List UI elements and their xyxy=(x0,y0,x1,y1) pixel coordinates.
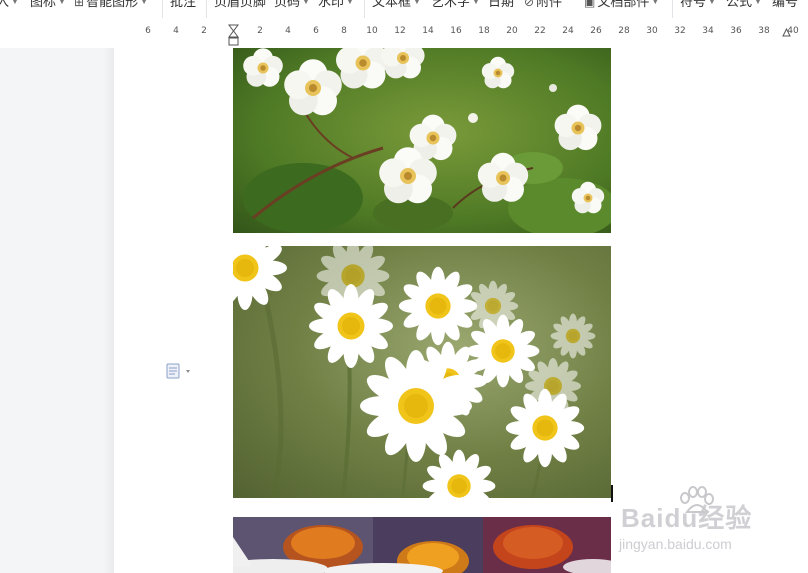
chevron-down-icon: ▼ xyxy=(651,0,660,6)
watermark-button[interactable]: 水印 ▼ xyxy=(318,0,354,12)
ribbon-item-label: 日期 xyxy=(488,0,515,9)
ribbon-item-label: 文本框 xyxy=(372,0,412,9)
ruler-tick: 36 xyxy=(730,26,742,36)
ribbon-item-label: 符号 xyxy=(680,0,707,9)
ribbon-separator xyxy=(162,0,163,18)
ruler-tick: 12 xyxy=(394,26,406,36)
insert-ribbon: 入▼ 图标▼ ⊞智能图形▼ 批注 页眉页脚 页码▼ 水印▼ 文本框▼ 艺术字▼ … xyxy=(0,0,808,23)
ribbon-item-label: 编号 xyxy=(772,0,799,9)
attachment-icon: ⊘ xyxy=(524,0,535,9)
right-indent-marker-icon[interactable] xyxy=(782,27,791,37)
ribbon-item-label: 页码 xyxy=(274,0,301,9)
formula-button[interactable]: 公式 ▼ xyxy=(726,0,762,12)
chevron-down-icon: ▼ xyxy=(302,0,310,6)
paragraph-layout-icon[interactable] xyxy=(166,363,192,379)
ribbon-item-label: 智能图形 xyxy=(86,0,139,9)
ribbon-item-label: 附件 xyxy=(536,0,563,9)
indent-marker-icon[interactable] xyxy=(228,24,239,46)
workspace-margin xyxy=(0,48,114,573)
ribbon-item-label: 公式 xyxy=(726,0,753,9)
attachment-button[interactable]: ⊘ 附件 xyxy=(524,0,562,12)
horizontal-ruler[interactable]: 6 4 2 2 4 6 8 10 12 14 16 18 20 22 24 26… xyxy=(0,22,808,49)
chevron-down-icon: ▼ xyxy=(472,0,480,6)
ribbon-item-partial[interactable]: 入▼ xyxy=(0,0,19,12)
ruler-tick: 18 xyxy=(478,26,490,36)
ruler-tick: 20 xyxy=(506,26,518,36)
date-button[interactable]: 日期 xyxy=(488,0,514,12)
numbering-button[interactable]: 编号 xyxy=(772,0,798,12)
ruler-tick: 24 xyxy=(562,26,574,36)
ruler-tick: 2 xyxy=(257,26,263,36)
flower-image-2[interactable] xyxy=(233,246,611,498)
coneflower-photo xyxy=(233,517,611,573)
ruler-tick: 22 xyxy=(534,26,546,36)
page-number-button[interactable]: 页码 ▼ xyxy=(274,0,310,12)
ruler-tick: 16 xyxy=(450,26,462,36)
ribbon-item-label: 艺术字 xyxy=(431,0,471,9)
ruler-tick: 30 xyxy=(646,26,658,36)
chevron-down-icon: ▼ xyxy=(140,0,148,6)
ribbon-separator xyxy=(364,0,365,18)
icons-button[interactable]: 图标 ▼ xyxy=(30,0,66,12)
ruler-tick: 2 xyxy=(201,26,207,36)
ruler-tick: 8 xyxy=(341,26,347,36)
ruler-tick: 34 xyxy=(702,26,714,36)
ribbon-item-label: 文档部件 xyxy=(597,0,650,9)
ribbon-item-label: 入 xyxy=(0,0,9,9)
smart-art-button[interactable]: ⊞ 智能图形 ▼ xyxy=(74,0,148,12)
smart-art-icon: ⊞ xyxy=(74,0,85,9)
chevron-down-icon: ▼ xyxy=(754,0,762,6)
ruler-tick: 32 xyxy=(674,26,686,36)
text-box-button[interactable]: 文本框 ▼ xyxy=(372,0,421,12)
flower-image-3[interactable] xyxy=(233,517,611,573)
flower-image-1[interactable] xyxy=(233,48,611,233)
ruler-tick: 4 xyxy=(285,26,291,36)
rose-photo xyxy=(233,48,611,233)
chevron-down-icon: ▼ xyxy=(413,0,421,6)
ruler-tick: 6 xyxy=(145,26,151,36)
ribbon-item-label: 页眉页脚 xyxy=(214,0,267,9)
chevron-down-icon: ▼ xyxy=(708,0,716,6)
ruler-tick: 28 xyxy=(618,26,630,36)
ribbon-item-label: 图标 xyxy=(30,0,57,9)
header-footer-button[interactable]: 页眉页脚 xyxy=(214,0,266,12)
text-cursor xyxy=(611,485,613,502)
symbol-button[interactable]: 符号 ▼ xyxy=(680,0,716,12)
ribbon-item-label: 批注 xyxy=(170,0,197,9)
ruler-tick: 14 xyxy=(422,26,434,36)
chevron-down-icon: ▼ xyxy=(346,0,354,6)
ruler-tick: 38 xyxy=(758,26,770,36)
ribbon-separator xyxy=(206,0,207,18)
ribbon-item-label: 水印 xyxy=(318,0,345,9)
ribbon-separator xyxy=(672,0,673,18)
ruler-tick: 4 xyxy=(173,26,179,36)
ruler-tick: 10 xyxy=(366,26,378,36)
comment-button[interactable]: 批注 xyxy=(170,0,196,12)
ruler-tick: 26 xyxy=(590,26,602,36)
chevron-down-icon: ▼ xyxy=(11,0,19,6)
wps-writer-window: 入▼ 图标▼ ⊞智能图形▼ 批注 页眉页脚 页码▼ 水印▼ 文本框▼ 艺术字▼ … xyxy=(0,0,808,573)
daisy-photo xyxy=(233,246,611,498)
word-art-button[interactable]: 艺术字 ▼ xyxy=(431,0,480,12)
document-parts-button[interactable]: ▣ 文档部件 ▼ xyxy=(584,0,659,12)
document-parts-icon: ▣ xyxy=(584,0,596,9)
ruler-tick: 6 xyxy=(313,26,319,36)
chevron-down-icon: ▼ xyxy=(58,0,66,6)
